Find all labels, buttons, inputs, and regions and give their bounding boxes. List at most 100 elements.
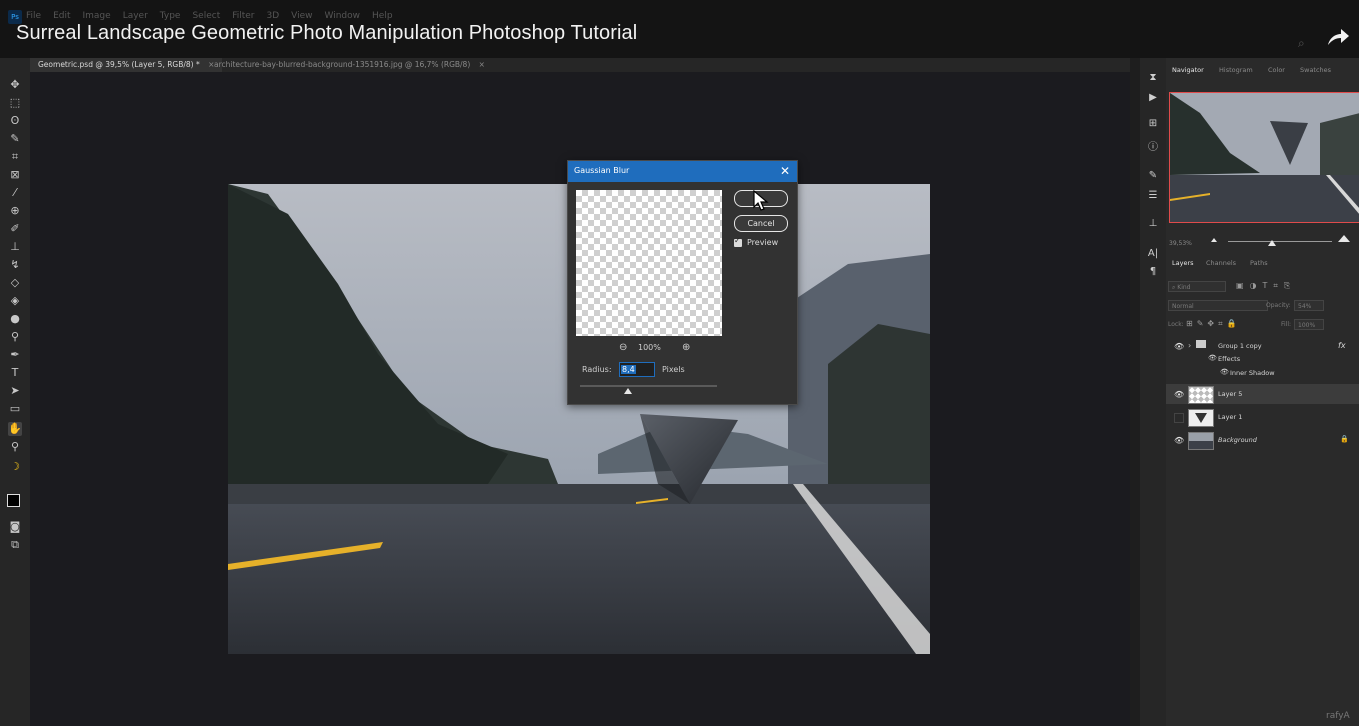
healing-tool-icon[interactable]: ⊕ — [8, 204, 22, 218]
layer-inner-shadow-row[interactable]: 👁 Inner Shadow — [1166, 366, 1359, 380]
filter-kind-label: Kind — [1177, 284, 1191, 291]
blur-tool-icon[interactable]: ● — [8, 312, 22, 326]
opacity-input[interactable]: 54% — [1294, 300, 1324, 311]
fill-label: Fill: — [1281, 321, 1292, 328]
rectangle-tool-icon[interactable]: ▭ — [8, 402, 22, 416]
lasso-tool-icon[interactable]: ʘ — [8, 114, 22, 128]
tab-swatches[interactable]: Swatches — [1300, 66, 1331, 74]
info-icon[interactable]: ⓘ — [1146, 138, 1160, 153]
cancel-button[interactable]: Cancel — [734, 215, 788, 232]
radius-slider-thumb[interactable] — [624, 388, 632, 394]
folder-icon — [1196, 340, 1206, 348]
dodge-tool-icon[interactable]: ⚲ — [8, 330, 22, 344]
blend-mode-select[interactable]: Normal — [1168, 300, 1268, 311]
properties-icon[interactable]: ⊞ — [1146, 118, 1160, 132]
navigator-preview-image — [1170, 93, 1359, 222]
mouse-cursor-icon — [753, 190, 769, 211]
layer-background[interactable]: 👁 Background 🔒 — [1166, 430, 1359, 450]
blur-preview-area[interactable] — [576, 190, 722, 336]
search-icon[interactable]: ⌕ — [1298, 36, 1305, 51]
crop-tool-icon[interactable]: ⌗ — [8, 150, 22, 164]
radius-value[interactable]: 8,4 — [621, 365, 636, 374]
stamp-tool-icon[interactable]: ⊥ — [8, 240, 22, 254]
eye-icon[interactable]: 👁 — [1220, 368, 1229, 376]
actions-play-icon[interactable]: ▶ — [1146, 92, 1160, 106]
navigator-slider-thumb[interactable] — [1268, 240, 1276, 246]
layer-filter-kind[interactable]: ⌕ Kind — [1168, 281, 1226, 292]
visibility-toggle-off[interactable] — [1174, 413, 1184, 423]
navigator-thumbnail[interactable] — [1169, 92, 1359, 223]
navigator-zoom-slider[interactable] — [1228, 241, 1332, 242]
eraser-tool-icon[interactable]: ◇ — [8, 276, 22, 290]
fx-icon[interactable]: fx — [1338, 341, 1346, 350]
eye-icon[interactable]: 👁 — [1174, 342, 1184, 351]
layer-name: Layer 5 — [1218, 390, 1243, 398]
tab-histogram[interactable]: Histogram — [1219, 66, 1253, 74]
layer-1[interactable]: Layer 1 — [1166, 407, 1359, 427]
zoom-out-mountain-icon[interactable] — [1211, 238, 1217, 242]
paragraph-icon[interactable]: ¶ — [1146, 266, 1160, 280]
close-icon[interactable]: ✕ — [780, 164, 790, 178]
move-tool-icon[interactable]: ✥ — [8, 78, 22, 92]
history-panel-icon[interactable]: ⧗ — [1146, 72, 1160, 86]
layer-filter-icons[interactable]: ▣◑T⌗⎘ — [1236, 281, 1296, 291]
preview-label: Preview — [747, 238, 779, 247]
eye-icon[interactable]: 👁 — [1174, 390, 1184, 399]
layer-thumbnail — [1188, 386, 1214, 404]
eyedropper-tool-icon[interactable]: ⁄ — [8, 186, 22, 200]
tab-geometric-psd[interactable]: Geometric.psd @ 39,5% (Layer 5, RGB/8) *… — [30, 58, 223, 72]
pixels-unit-label: Pixels — [662, 365, 685, 374]
inner-shadow-label: Inner Shadow — [1230, 369, 1275, 377]
tab-channels[interactable]: Channels — [1206, 259, 1236, 267]
eye-icon[interactable]: 👁 — [1174, 436, 1184, 445]
layer-5[interactable]: 👁 Layer 5 — [1166, 384, 1359, 404]
panel-icon-strip: ⧗ ▶ ⊞ ⓘ ✎ ☰ ⊥ A| ¶ — [1140, 58, 1166, 726]
brush-settings-icon[interactable]: ✎ — [1146, 170, 1160, 184]
zoom-in-mountain-icon[interactable] — [1338, 235, 1350, 242]
effects-label: Effects — [1218, 355, 1241, 363]
brush-tool-icon[interactable]: ✐ — [8, 222, 22, 236]
zoom-in-icon[interactable]: ⊕ — [682, 342, 690, 353]
fill-input[interactable]: 100% — [1294, 319, 1324, 330]
pen-tool-icon[interactable]: ✒ — [8, 348, 22, 362]
radius-slider-track[interactable] — [580, 385, 717, 387]
layer-thumbnail — [1188, 409, 1214, 427]
hand-tool-icon[interactable]: ✋ — [8, 422, 22, 436]
paint-bucket-icon[interactable]: ◈ — [8, 294, 22, 308]
close-icon[interactable]: × — [479, 60, 485, 69]
tab-paths[interactable]: Paths — [1250, 259, 1268, 267]
zoom-out-icon[interactable]: ⊖ — [619, 342, 627, 353]
path-select-icon[interactable]: ➤ — [8, 384, 22, 398]
screen-mode-icon[interactable]: ⧉ — [8, 538, 22, 552]
quick-select-tool-icon[interactable]: ✎ — [8, 132, 22, 146]
preview-zoom-value: 100% — [638, 343, 661, 352]
marquee-tool-icon[interactable]: ⬚ — [8, 96, 22, 110]
adjustments-icon[interactable]: ☰ — [1146, 190, 1160, 204]
character-icon[interactable]: A| — [1146, 248, 1160, 262]
history-brush-icon[interactable]: ↯ — [8, 258, 22, 272]
share-icon[interactable] — [1326, 27, 1350, 47]
banana-icon: ☽ — [10, 460, 20, 473]
lock-icons[interactable]: ⊞✎✥⌗🔒 — [1186, 319, 1241, 329]
type-tool-icon[interactable]: T — [8, 366, 22, 380]
radius-label: Radius: — [582, 365, 612, 374]
quick-mask-icon[interactable]: ◙ — [8, 520, 22, 534]
chevron-right-icon[interactable]: › — [1188, 341, 1191, 350]
navigator-zoom-value[interactable]: 39,53% — [1169, 240, 1192, 247]
dialog-title: Gaussian Blur — [574, 166, 630, 175]
eye-icon[interactable]: 👁 — [1208, 354, 1217, 362]
layer-name: Layer 1 — [1218, 413, 1243, 421]
document-tabs: Geometric.psd @ 39,5% (Layer 5, RGB/8) *… — [30, 58, 1130, 72]
tab-layers[interactable]: Layers — [1172, 259, 1194, 267]
layer-effects-row[interactable]: 👁 Effects — [1166, 352, 1359, 366]
layer-thumbnail — [1188, 432, 1214, 450]
foreground-color-swatch[interactable] — [7, 494, 20, 507]
frame-tool-icon[interactable]: ⊠ — [8, 168, 22, 182]
tab-color[interactable]: Color — [1268, 66, 1285, 74]
clone-source-icon[interactable]: ⊥ — [1146, 218, 1160, 232]
preview-checkbox[interactable]: ✓ — [734, 236, 742, 247]
tab-navigator[interactable]: Navigator — [1172, 66, 1204, 74]
tab-architecture-jpg[interactable]: architecture-bay-blurred-background-1351… — [206, 58, 493, 72]
tab-label: Geometric.psd @ 39,5% (Layer 5, RGB/8) * — [38, 60, 200, 69]
zoom-tool-icon[interactable]: ⚲ — [8, 440, 22, 454]
